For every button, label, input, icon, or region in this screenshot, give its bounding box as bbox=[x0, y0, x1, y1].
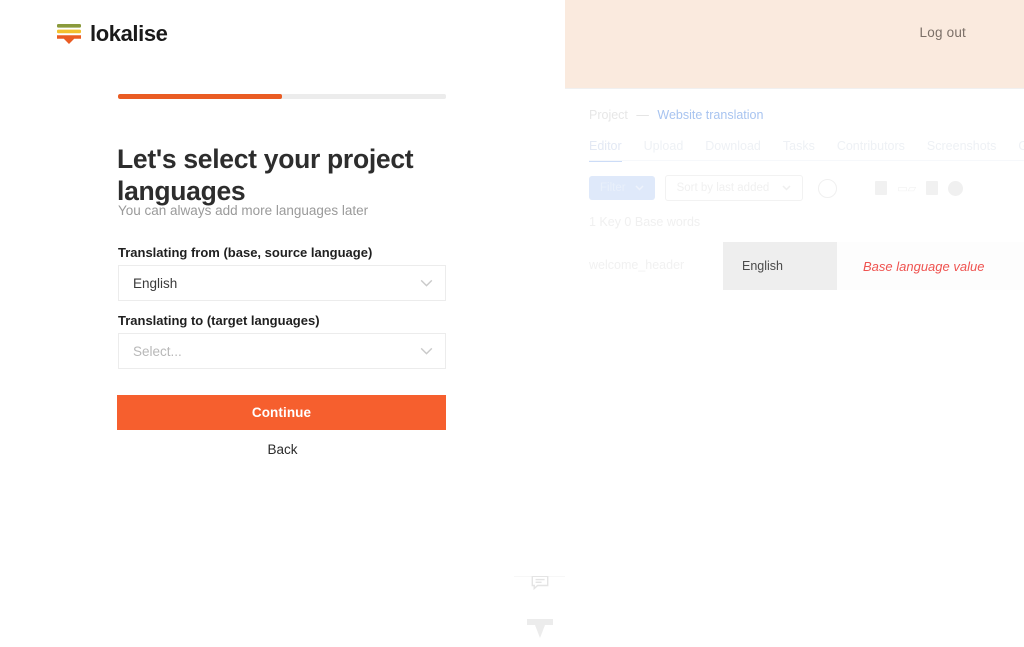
tab-contributors[interactable]: Contributors bbox=[837, 139, 905, 162]
tab-glossary[interactable]: Gloss bbox=[1018, 139, 1024, 162]
breadcrumb: Project — Website translation bbox=[589, 108, 763, 122]
tab-upload[interactable]: Upload bbox=[644, 139, 684, 162]
tab-editor[interactable]: Editor bbox=[589, 139, 622, 162]
chat-bubble-icon bbox=[531, 575, 548, 590]
breadcrumb-current[interactable]: Website translation bbox=[657, 108, 763, 122]
tab-download[interactable]: Download bbox=[705, 139, 761, 162]
target-languages-label: Translating to (target languages) bbox=[118, 313, 320, 328]
editor-row-key[interactable]: welcome_header bbox=[589, 258, 684, 272]
target-languages-select[interactable]: Select... bbox=[118, 333, 446, 369]
page-subtitle: You can always add more languages later bbox=[118, 203, 369, 218]
sidebar-footer-mark bbox=[514, 611, 565, 647]
breadcrumb-root[interactable]: Project bbox=[589, 108, 628, 122]
chevron-down-icon bbox=[420, 279, 433, 287]
bg-topbar: Log out bbox=[565, 0, 1024, 88]
lokalise-v-mark-icon bbox=[526, 619, 553, 638]
avatar-icon[interactable] bbox=[948, 180, 964, 196]
trash-icon[interactable] bbox=[875, 181, 888, 195]
breadcrumb-separator: — bbox=[636, 108, 649, 122]
source-language-label: Translating from (base, source language) bbox=[118, 245, 373, 260]
continue-button[interactable]: Continue bbox=[117, 395, 446, 430]
lokalise-logo[interactable]: lokalise bbox=[56, 21, 168, 47]
page-title: Let's select your project languages bbox=[117, 143, 414, 207]
logout-button[interactable]: Log out bbox=[920, 25, 966, 40]
filter-button-label: Filter bbox=[600, 182, 626, 194]
chevron-down-icon bbox=[635, 185, 644, 191]
filter-button[interactable]: Filter bbox=[589, 176, 655, 200]
tab-tasks[interactable]: Tasks bbox=[783, 139, 815, 162]
bg-content-area: Project — Website translation Editor Upl… bbox=[565, 88, 1024, 577]
progress-bar-fill bbox=[118, 94, 282, 99]
bookmark-icon[interactable] bbox=[926, 181, 939, 195]
tab-bar-divider bbox=[589, 160, 1024, 161]
source-language-value: English bbox=[133, 275, 178, 291]
tag-icon[interactable]: ▭▱ bbox=[897, 182, 916, 195]
bg-tab-bar: Editor Upload Download Tasks Contributor… bbox=[589, 139, 1024, 162]
onboarding-panel: lokalise Let's select your project langu… bbox=[0, 0, 565, 576]
editor-row-language: English bbox=[723, 242, 837, 290]
target-languages-placeholder: Select... bbox=[133, 343, 182, 359]
logo-wordmark: lokalise bbox=[90, 21, 168, 46]
chevron-down-icon bbox=[420, 347, 433, 355]
sort-dropdown-label: Sort by last added bbox=[676, 182, 770, 194]
lokalise-logo-mark-icon bbox=[57, 24, 81, 44]
editor-row[interactable]: welcome_header English Base language val… bbox=[565, 242, 1024, 290]
refresh-circle-icon[interactable] bbox=[818, 178, 838, 198]
back-button[interactable]: Back bbox=[0, 442, 565, 457]
progress-bar bbox=[118, 94, 446, 99]
key-count-status: 1 Key 0 Base words bbox=[589, 215, 701, 229]
sort-dropdown[interactable]: Sort by last added bbox=[664, 175, 804, 201]
editor-row-value[interactable]: Base language value bbox=[837, 242, 1024, 290]
chevron-down-icon bbox=[782, 185, 791, 191]
bg-toolbar: Filter Sort by last added ▭▱ bbox=[589, 175, 964, 201]
source-language-select[interactable]: English bbox=[118, 265, 446, 301]
tab-screenshots[interactable]: Screenshots bbox=[927, 139, 996, 162]
